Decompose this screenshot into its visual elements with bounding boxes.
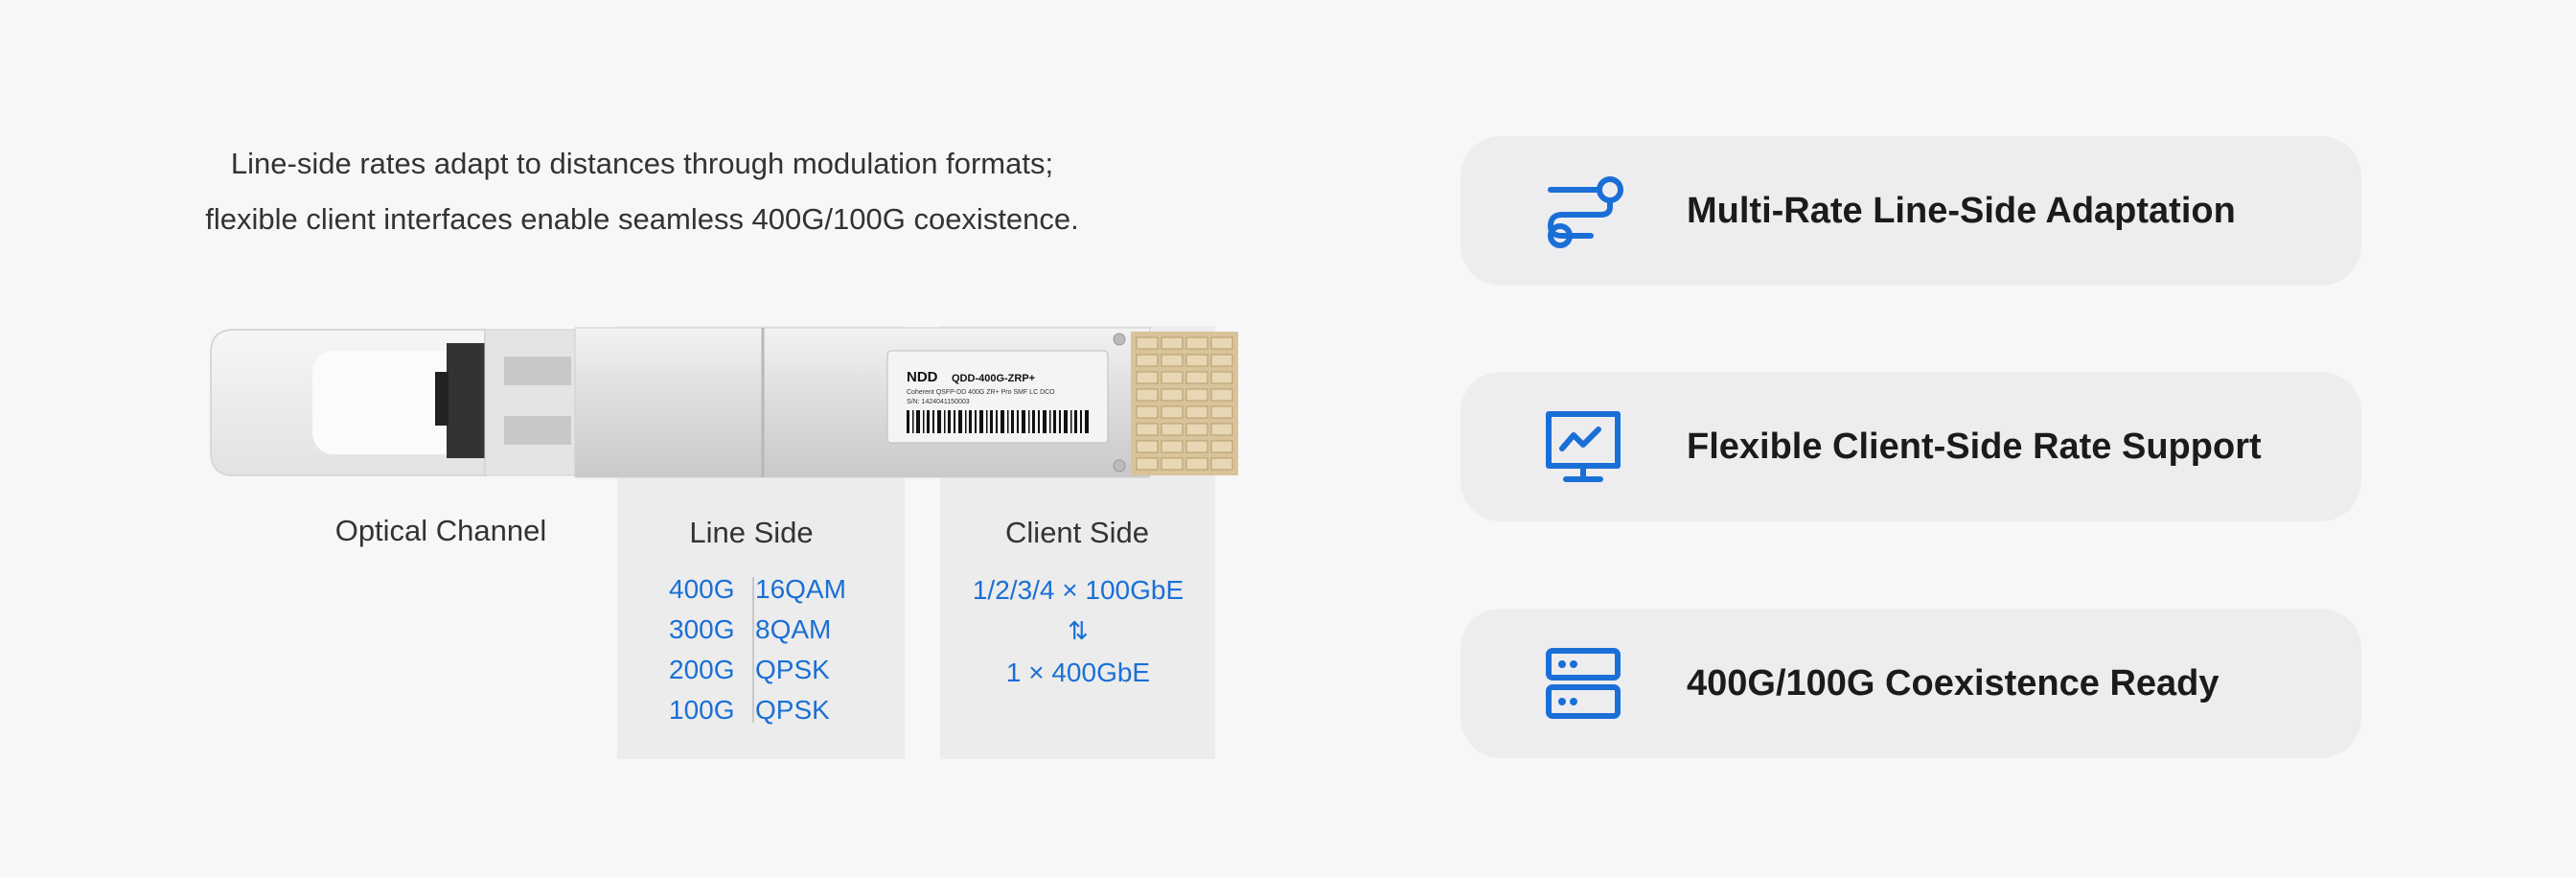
label-brand: NDD — [907, 369, 938, 385]
feature-card-client-rate: Flexible Client-Side Rate Support — [1460, 372, 2361, 521]
label-model: QDD-400G-ZRP+ — [952, 373, 1035, 384]
feature-title: Multi-Rate Line-Side Adaptation — [1687, 191, 2236, 231]
client-side-title: Client Side — [1005, 516, 1149, 549]
intro-text: Line-side rates adapt to distances throu… — [192, 136, 1092, 247]
intro-line-1: Line-side rates adapt to distances throu… — [230, 147, 1054, 180]
transceiver-module-image: NDD QDD-400G-ZRP+ Coherent QSFP-DD 400G … — [210, 327, 1238, 478]
rate-value: 200G — [669, 655, 735, 684]
server-icon — [1546, 648, 1621, 719]
modulation-value: 8QAM — [755, 614, 832, 644]
swap-arrows-icon: ⇅ — [1068, 616, 1089, 645]
line-side-title: Line Side — [689, 516, 814, 549]
route-icon — [1547, 176, 1623, 248]
client-rate-bottom: 1 × 400GbE — [1005, 658, 1151, 687]
rate-row: 200G QPSK — [652, 650, 891, 690]
line-side-rate-list: 400G 16QAM 300G 8QAM 200G QPSK 100G QPSK — [652, 569, 891, 730]
modulation-value: QPSK — [755, 695, 830, 725]
client-side-rate-list: 1/2/3/4 × 100GbE ⇅ 1 × 400GbE — [949, 569, 1208, 693]
rate-value: 100G — [669, 695, 735, 725]
label-desc: Coherent QSFP-DD 400G ZR+ Pro SMF LC DCO — [907, 389, 1055, 396]
rate-row: 300G 8QAM — [652, 610, 891, 650]
intro-line-2: flexible client interfaces enable seamle… — [205, 202, 1079, 236]
modulation-value: QPSK — [755, 655, 830, 684]
rate-row: 400G 16QAM — [652, 569, 891, 610]
modulation-value: 16QAM — [755, 574, 846, 604]
label-sn: S/N: 1424041150003 — [907, 399, 970, 405]
rate-value: 400G — [669, 574, 735, 604]
rate-value: 300G — [669, 614, 735, 644]
monitor-chart-icon — [1546, 411, 1621, 482]
client-rate-top: 1/2/3/4 × 100GbE — [972, 575, 1184, 605]
feature-title: 400G/100G Coexistence Ready — [1687, 663, 2220, 704]
feature-card-multi-rate: Multi-Rate Line-Side Adaptation — [1460, 136, 2361, 286]
feature-title: Flexible Client-Side Rate Support — [1687, 427, 2262, 467]
feature-card-coexistence: 400G/100G Coexistence Ready — [1460, 609, 2361, 758]
optical-channel-label: Optical Channel — [334, 514, 547, 547]
rate-divider — [752, 577, 754, 723]
rate-row: 100G QPSK — [652, 690, 891, 730]
